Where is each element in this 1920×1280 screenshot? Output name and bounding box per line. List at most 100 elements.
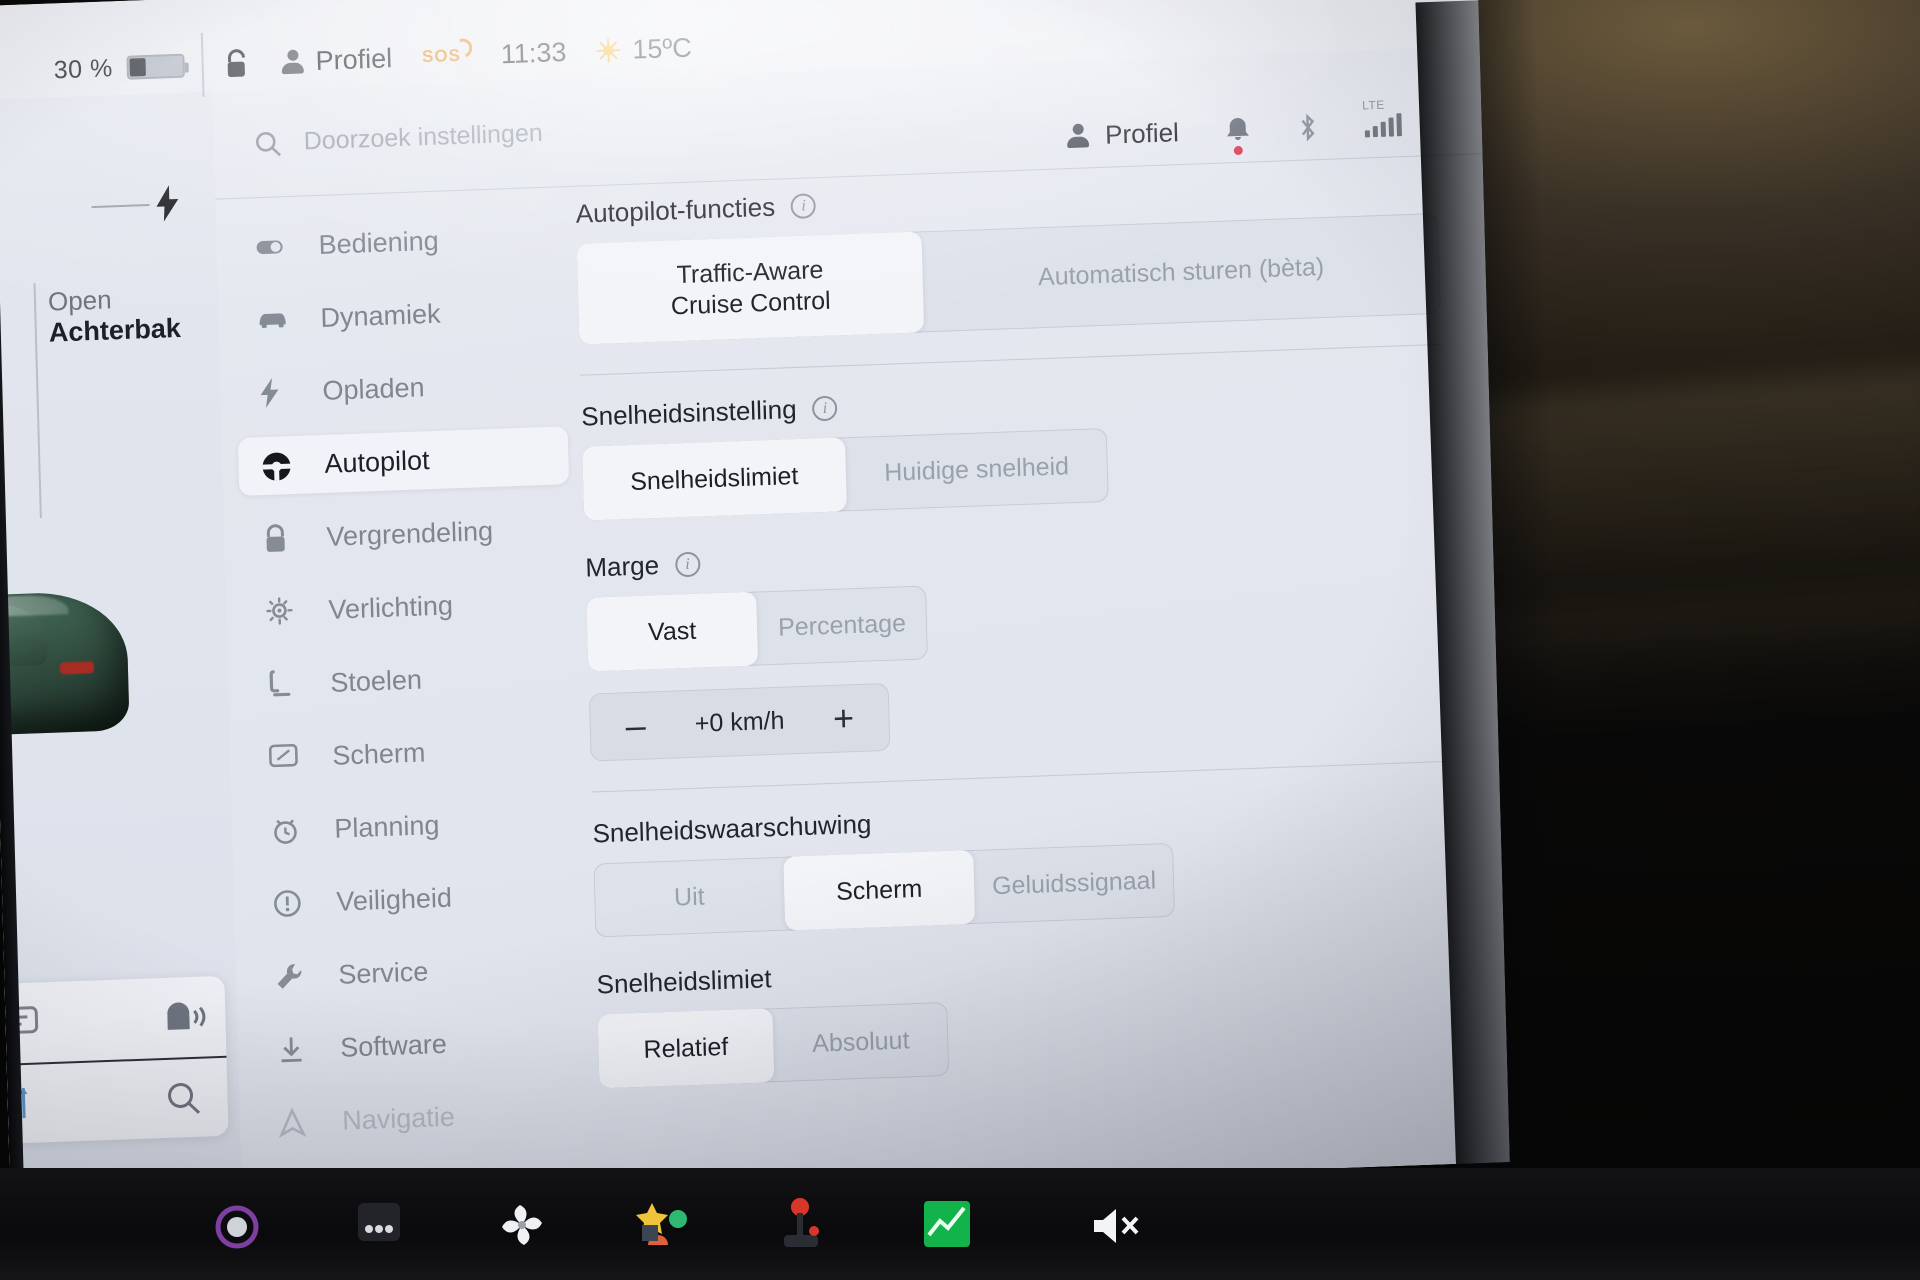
sos-label: SOS bbox=[422, 45, 471, 67]
voice-assistant-icon[interactable] bbox=[161, 997, 206, 1038]
stepper-decrement-button[interactable]: – bbox=[615, 705, 656, 747]
segment-geluidssignaal[interactable]: Geluidssignaal bbox=[973, 843, 1175, 924]
stepper-increment-button[interactable]: + bbox=[823, 697, 864, 739]
quick-card-row-top bbox=[0, 976, 226, 1065]
sidebar-item-label: Verlichting bbox=[328, 589, 454, 625]
sidebar-item-label: Veiligheid bbox=[335, 882, 453, 917]
status-right-group: Profiel SOS 11:33 15ºC bbox=[203, 32, 692, 80]
lightning-icon bbox=[258, 377, 289, 408]
section-divider bbox=[580, 343, 1442, 376]
lightning-bolt-icon[interactable] bbox=[153, 185, 182, 222]
quick-card-row-bottom bbox=[0, 1055, 229, 1145]
sidebar-item-service[interactable]: Service bbox=[252, 937, 583, 1007]
segment-label-line1: Traffic-Aware bbox=[676, 255, 824, 290]
section-title: Autopilot-functies bbox=[575, 191, 776, 229]
segment-absoluut[interactable]: Absoluut bbox=[772, 1002, 949, 1082]
sidebar-item-planning[interactable]: Planning bbox=[248, 791, 579, 861]
trunk-action-line2: Achterbak bbox=[48, 312, 182, 348]
chart-icon[interactable] bbox=[920, 1197, 974, 1251]
charge-callout-line bbox=[91, 203, 150, 209]
battery-indicator: 30 % bbox=[0, 51, 202, 88]
bluetooth-icon[interactable] bbox=[1296, 112, 1319, 143]
sidebar-item-navigatie[interactable]: Navigatie bbox=[256, 1083, 587, 1153]
sidebar-item-label: Bediening bbox=[318, 225, 440, 260]
segment-relatief[interactable]: Relatief bbox=[597, 1008, 775, 1089]
segment-label-line2: Cruise Control bbox=[670, 286, 832, 320]
section-title: Snelheidsinstelling bbox=[580, 393, 797, 432]
toggle-icon bbox=[254, 231, 285, 262]
sidebar-item-label: Navigatie bbox=[341, 1101, 456, 1136]
segment-traffic-aware-cruise-control[interactable]: Traffic-Aware Cruise Control bbox=[576, 231, 925, 345]
sidebar-item-label: Software bbox=[339, 1028, 448, 1063]
section-divider bbox=[591, 760, 1453, 793]
grid-dots-icon[interactable] bbox=[352, 1197, 406, 1251]
joystick-icon[interactable] bbox=[778, 1197, 832, 1251]
sidebar-item-label: Service bbox=[337, 956, 429, 990]
notifications-button[interactable] bbox=[1224, 116, 1251, 156]
segment-vast[interactable]: Vast bbox=[586, 591, 759, 672]
sidebar-item-label: Vergrendeling bbox=[326, 515, 494, 552]
sidebar-item-scherm[interactable]: Scherm bbox=[246, 718, 577, 788]
section-header: Snelheidsinstelling i bbox=[581, 371, 1443, 433]
sidebar-item-label: Autopilot bbox=[324, 444, 430, 479]
section-title: Marge bbox=[584, 550, 660, 583]
fan-icon[interactable] bbox=[494, 1197, 548, 1251]
signal-bar bbox=[1364, 129, 1370, 137]
margin-stepper: – +0 km/h + bbox=[588, 682, 891, 762]
profile-button[interactable]: Profiel bbox=[1067, 117, 1179, 152]
shapes-icon[interactable] bbox=[636, 1197, 690, 1251]
temperature-label: 15ºC bbox=[631, 31, 693, 65]
section-speed-warning: Snelheidswaarschuwing Uit Scherm Geluids… bbox=[592, 788, 1457, 938]
info-icon[interactable]: i bbox=[812, 395, 838, 422]
segment-percentage[interactable]: Percentage bbox=[756, 585, 928, 665]
speed-limit-segmented: Relatief Absoluut bbox=[597, 1001, 950, 1089]
signal-bar bbox=[1372, 125, 1378, 137]
sun-icon bbox=[596, 38, 621, 63]
status-profile[interactable]: Profiel bbox=[281, 43, 392, 78]
bulb-icon bbox=[264, 596, 295, 627]
weather-widget[interactable]: 15ºC bbox=[596, 32, 692, 66]
car-icon bbox=[256, 304, 287, 335]
warning-icon bbox=[272, 888, 303, 919]
section-margin: Marge i Vast Percentage – +0 km/h + bbox=[585, 522, 1452, 762]
sos-button[interactable]: SOS bbox=[422, 45, 471, 67]
sidebar-item-software[interactable]: Software bbox=[254, 1010, 585, 1080]
segment-automatisch-sturen[interactable]: Automatisch sturen (bèta) bbox=[921, 213, 1440, 332]
tesla-center-display: 30 % Profiel SOS 11:33 15ºC Open Achterb… bbox=[0, 0, 1510, 1216]
segment-uit[interactable]: Uit bbox=[593, 857, 785, 938]
segment-scherm[interactable]: Scherm bbox=[783, 849, 976, 931]
sidebar-item-dynamiek[interactable]: Dynamiek bbox=[234, 280, 565, 350]
section-title: Snelheidslimiet bbox=[596, 963, 772, 1000]
download-icon bbox=[276, 1034, 307, 1065]
sidebar-item-veiligheid[interactable]: Veiligheid bbox=[250, 864, 581, 934]
segment-snelheidslimiet[interactable]: Snelheidslimiet bbox=[582, 437, 847, 521]
taskbar bbox=[0, 1168, 1920, 1280]
signal-bar bbox=[1380, 121, 1386, 137]
speed-warning-segmented: Uit Scherm Geluidssignaal bbox=[593, 842, 1176, 938]
sidebar-item-verlichting[interactable]: Verlichting bbox=[242, 572, 573, 642]
unlock-icon[interactable] bbox=[225, 48, 252, 79]
sidebar-item-opladen[interactable]: Opladen bbox=[236, 353, 567, 423]
purple-orb-icon[interactable] bbox=[210, 1197, 264, 1251]
trunk-action[interactable]: Open Achterbak bbox=[48, 283, 182, 349]
navigation-icon bbox=[278, 1107, 309, 1138]
quick-card bbox=[0, 975, 229, 1145]
info-icon[interactable]: i bbox=[790, 193, 817, 220]
stepper-value: +0 km/h bbox=[694, 706, 785, 738]
section-header: Snelheidswaarschuwing bbox=[592, 788, 1454, 850]
sidebar-item-autopilot[interactable]: Autopilot bbox=[237, 426, 570, 496]
sidebar-item-vergrendeling[interactable]: Vergrendeling bbox=[240, 499, 571, 569]
sidebar-item-label: Scherm bbox=[331, 736, 426, 771]
car-render[interactable] bbox=[0, 550, 139, 785]
sidebar-item-stoelen[interactable]: Stoelen bbox=[244, 645, 575, 715]
battery-fill bbox=[129, 58, 147, 77]
trunk-callout-line bbox=[33, 283, 42, 519]
search-icon[interactable] bbox=[163, 1078, 204, 1119]
segment-huidige-snelheid[interactable]: Huidige snelheid bbox=[844, 428, 1108, 511]
speaker-muted-icon[interactable] bbox=[1090, 1204, 1146, 1248]
battery-percent-label: 30 % bbox=[53, 53, 114, 84]
lock-icon bbox=[262, 523, 293, 554]
sidebar-item-bediening[interactable]: Bediening bbox=[232, 207, 563, 277]
steering-wheel-icon bbox=[260, 450, 291, 481]
info-icon[interactable]: i bbox=[674, 551, 701, 578]
